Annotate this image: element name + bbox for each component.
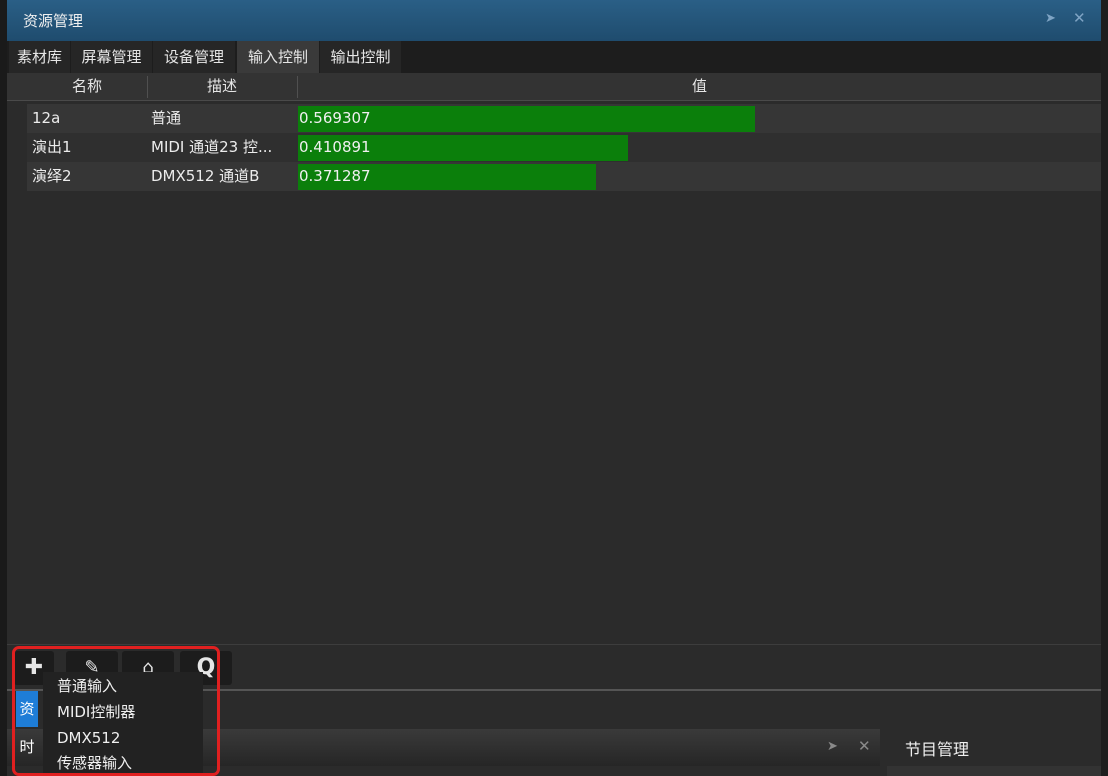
tab-screen-management[interactable]: 屏幕管理 bbox=[71, 41, 152, 73]
program-panel-body bbox=[887, 766, 1101, 776]
highlight-box bbox=[12, 646, 220, 776]
row-name: 演出1 bbox=[32, 138, 72, 156]
row-value: 0.410891 bbox=[299, 138, 371, 156]
row-description: MIDI 通道23 控... bbox=[151, 138, 273, 156]
column-header-value[interactable]: 值 bbox=[298, 73, 1101, 100]
tab-input-control[interactable]: 输入控制 bbox=[237, 41, 319, 73]
column-header-description[interactable]: 描述 bbox=[148, 73, 296, 100]
tab-material-library[interactable]: 素材库 bbox=[9, 41, 70, 73]
table-row[interactable]: 12a 普通 0.569307 bbox=[27, 104, 1101, 133]
close-icon[interactable]: ✕ bbox=[858, 737, 871, 755]
pin-icon[interactable]: ➤ bbox=[827, 739, 838, 754]
table-row[interactable]: 演绎2 DMX512 通道B 0.371287 bbox=[27, 162, 1101, 191]
row-value: 0.569307 bbox=[299, 109, 371, 127]
row-value: 0.371287 bbox=[299, 167, 371, 185]
column-header-name[interactable]: 名称 bbox=[27, 73, 147, 100]
close-icon[interactable]: ✕ bbox=[1073, 9, 1089, 27]
panel-titlebar: 资源管理 ➤ ✕ bbox=[7, 0, 1101, 41]
row-description: DMX512 通道B bbox=[151, 167, 260, 185]
left-edge bbox=[0, 0, 7, 776]
pin-icon[interactable]: ➤ bbox=[1045, 11, 1061, 27]
right-edge bbox=[1101, 0, 1108, 776]
row-name: 12a bbox=[32, 109, 61, 127]
row-description: 普通 bbox=[151, 109, 182, 127]
program-panel-title: 节目管理 bbox=[905, 740, 970, 759]
row-name: 演绎2 bbox=[32, 167, 72, 185]
table-row[interactable]: 演出1 MIDI 通道23 控... 0.410891 bbox=[27, 133, 1101, 162]
tab-device-management[interactable]: 设备管理 bbox=[153, 41, 235, 73]
tab-output-control[interactable]: 输出控制 bbox=[320, 41, 401, 73]
panel-title: 资源管理 bbox=[23, 12, 84, 30]
